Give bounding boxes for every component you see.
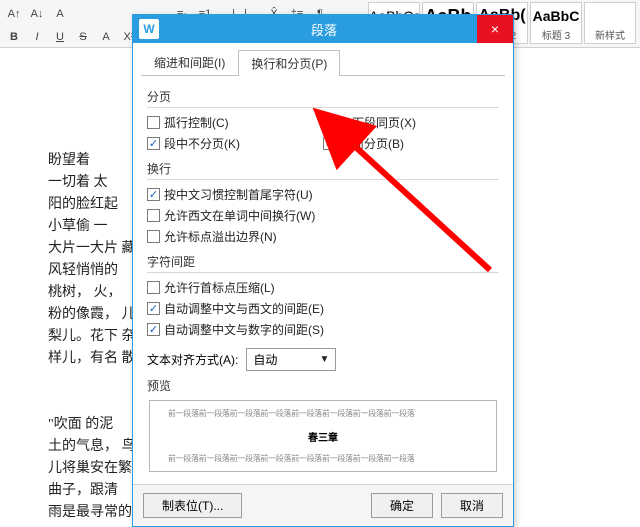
dialog-panel: 分页 孤行控制(C) 与下段同页(X) 段中不分页(K) 段前分页(B) 换行 … — [133, 76, 513, 484]
dialog-button-row: 制表位(T)... 确定 取消 — [133, 484, 513, 526]
option-punct-overflow-label: 允许标点溢出边界(N) — [164, 228, 277, 245]
checkbox-keep-next[interactable] — [323, 116, 336, 129]
ok-button[interactable]: 确定 — [371, 493, 433, 518]
strike-button[interactable]: S — [73, 27, 93, 47]
dialog-titlebar[interactable]: W 段落 × — [133, 15, 513, 43]
option-compress-punct-label: 允许行首标点压缩(L) — [164, 279, 275, 296]
text-align-select[interactable]: 自动 ▼ — [246, 348, 336, 371]
style-card-new[interactable]: 新样式 — [584, 2, 636, 44]
tabs-button[interactable]: 制表位(T)... — [143, 493, 242, 518]
option-page-break-label: 段前分页(B) — [340, 135, 404, 152]
close-button[interactable]: × — [477, 15, 513, 43]
paragraph-dialog: W 段落 × 缩进和间距(I) 换行和分页(P) 分页 孤行控制(C) 与下段同… — [132, 14, 514, 527]
cancel-button[interactable]: 取消 — [441, 493, 503, 518]
option-keep-next-label: 与下段同页(X) — [340, 114, 416, 131]
option-page-break-before[interactable]: 段前分页(B) — [323, 133, 499, 154]
option-keep-with-next[interactable]: 与下段同页(X) — [323, 112, 499, 133]
checkbox-adjust-cn-num[interactable] — [147, 323, 160, 336]
text-align-value: 自动 — [253, 351, 277, 368]
option-compress-punct[interactable]: 允许行首标点压缩(L) — [147, 277, 499, 298]
preview-box: 前一段落前一段落前一段落前一段落前一段落前一段落前一段落前一段落 春三章 前一段… — [149, 400, 497, 472]
checkbox-orphan[interactable] — [147, 116, 160, 129]
option-keep-lines-label: 段中不分页(K) — [164, 135, 240, 152]
group-preview-label: 预览 — [147, 377, 499, 396]
group-wrap-label: 换行 — [147, 160, 499, 180]
chevron-down-icon: ▼ — [319, 354, 329, 365]
checkbox-chinese-first-last[interactable] — [147, 188, 160, 201]
italic-button[interactable]: I — [27, 27, 47, 47]
option-adjust-cn-num[interactable]: 自动调整中文与数字的间距(S) — [147, 319, 499, 340]
font-color-button[interactable]: A — [96, 27, 116, 47]
preview-sample-mid: 春三章 — [168, 429, 478, 444]
tab-indent-spacing[interactable]: 缩进和间距(I) — [141, 49, 238, 75]
underline-button[interactable]: U — [50, 27, 70, 47]
checkbox-compress-punct[interactable] — [147, 281, 160, 294]
bold-button[interactable]: B — [4, 27, 24, 47]
preview-sample-top: 前一段落前一段落前一段落前一段落前一段落前一段落前一段落前一段落 — [168, 409, 478, 419]
option-chinese-first-last-label: 按中文习惯控制首尾字符(U) — [164, 186, 313, 203]
option-latin-mid-word[interactable]: 允许西文在单词中间换行(W) — [147, 205, 499, 226]
wps-icon: W — [139, 19, 159, 39]
group-pagination-label: 分页 — [147, 88, 499, 108]
option-adjust-cn-en[interactable]: 自动调整中文与西文的间距(E) — [147, 298, 499, 319]
option-adjust-cn-num-label: 自动调整中文与数字的间距(S) — [164, 321, 324, 338]
font-increase-button[interactable]: A↑ — [4, 4, 24, 24]
dialog-tabs: 缩进和间距(I) 换行和分页(P) — [141, 49, 505, 76]
checkbox-page-break-before[interactable] — [323, 137, 336, 150]
option-latin-mid-word-label: 允许西文在单词中间换行(W) — [164, 207, 315, 224]
text-align-label: 文本对齐方式(A): — [147, 351, 238, 368]
preview-sample-bottom: 前一段落前一段落前一段落前一段落前一段落前一段落前一段落前一段落 — [168, 454, 478, 464]
group-char-spacing-label: 字符间距 — [147, 253, 499, 273]
style-card-h3[interactable]: AaBbC标题 3 — [530, 2, 582, 44]
checkbox-punct-overflow[interactable] — [147, 230, 160, 243]
tab-line-page-breaks[interactable]: 换行和分页(P) — [238, 50, 340, 76]
option-keep-lines-together[interactable]: 段中不分页(K) — [147, 133, 323, 154]
option-adjust-cn-en-label: 自动调整中文与西文的间距(E) — [164, 300, 324, 317]
font-decrease-button[interactable]: A↓ — [27, 4, 47, 24]
checkbox-adjust-cn-en[interactable] — [147, 302, 160, 315]
checkbox-keep-lines[interactable] — [147, 137, 160, 150]
option-chinese-first-last[interactable]: 按中文习惯控制首尾字符(U) — [147, 184, 499, 205]
clear-format-button[interactable]: A — [50, 4, 70, 24]
option-orphan-label: 孤行控制(C) — [164, 114, 229, 131]
checkbox-latin-mid-word[interactable] — [147, 209, 160, 222]
dialog-title: 段落 — [165, 20, 483, 39]
option-orphan-control[interactable]: 孤行控制(C) — [147, 112, 323, 133]
close-icon: × — [491, 21, 499, 37]
option-punct-overflow[interactable]: 允许标点溢出边界(N) — [147, 226, 499, 247]
